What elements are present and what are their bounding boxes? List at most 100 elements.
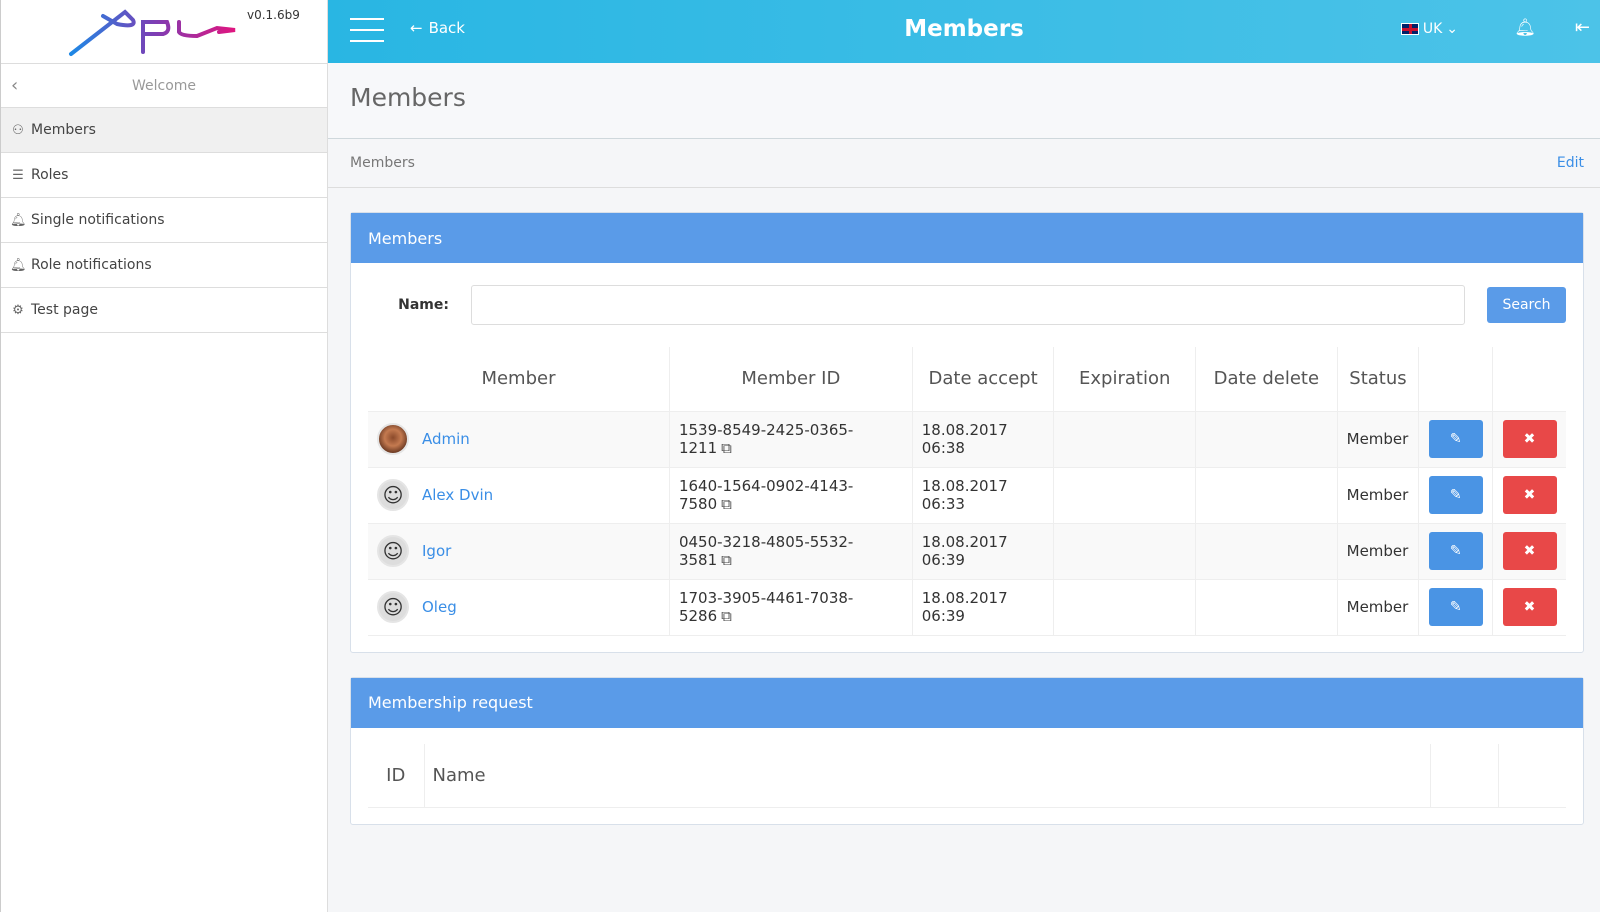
language-select[interactable]: UK ⌄ xyxy=(1400,21,1458,37)
column-header: Expiration xyxy=(1053,347,1196,412)
expiration xyxy=(1053,467,1196,524)
member-name-link[interactable]: Alex Dvin xyxy=(422,486,493,504)
status: Member xyxy=(1336,523,1419,580)
close-icon: ✖ xyxy=(1523,431,1536,447)
table-row: ☺ Oleg 1703-3905-4461-7038-5286 ⧉ 18.08.20… xyxy=(368,579,1566,636)
delete-button[interactable]: ✖ xyxy=(1502,420,1557,458)
user-icon: ⚇ xyxy=(12,122,24,138)
sidebar-item-label: Members xyxy=(31,122,96,138)
member-id-cell: 1539-8549-2425-0365-1211 ⧉ xyxy=(668,411,913,468)
copy-icon[interactable]: ⧉ xyxy=(721,551,732,569)
language-label: UK xyxy=(1422,21,1443,37)
sidebar-item-label: Single notifications xyxy=(31,212,165,228)
delete-button[interactable]: ✖ xyxy=(1502,476,1557,514)
delete-button[interactable]: ✖ xyxy=(1502,588,1557,626)
sidebar: v0.1.6b9 ‹ Welcome ⚇ Members ☰ Roles 🔔︎ Sin… xyxy=(0,0,328,912)
member-id: 0450-3218-4805-5532-3581 xyxy=(678,533,854,569)
welcome-header: ‹ Welcome xyxy=(1,64,327,108)
close-icon: ✖ xyxy=(1523,543,1536,559)
edit-button[interactable]: ✎ xyxy=(1428,532,1483,570)
date-accept: 18.08.2017 06:39 xyxy=(911,523,1054,580)
status: Member xyxy=(1336,411,1419,468)
sidebar-item-members[interactable]: ⚇ Members xyxy=(1,108,327,153)
date-delete xyxy=(1195,523,1338,580)
date-delete xyxy=(1195,467,1338,524)
membership-request-table: ID Name xyxy=(368,743,1566,808)
name-label: Name: xyxy=(398,297,449,313)
edit-icon: ✎ xyxy=(1449,543,1462,559)
member-id-cell: 1640-1564-0902-4143-7580 ⧉ xyxy=(668,467,913,524)
edit-cell: ✎ xyxy=(1418,579,1493,636)
delete-cell: ✖ xyxy=(1492,579,1566,636)
edit-icon: ✎ xyxy=(1449,431,1462,447)
date-delete xyxy=(1195,579,1338,636)
edit-button[interactable]: ✎ xyxy=(1428,476,1483,514)
delete-cell: ✖ xyxy=(1492,523,1566,580)
edit-cell: ✎ xyxy=(1418,523,1493,580)
table-row: ☺ Igor 0450-3218-4805-5532-3581 ⧉ 18.08.20… xyxy=(368,523,1566,580)
column-header: Status xyxy=(1336,347,1419,412)
member-cell: ☺ Oleg xyxy=(368,579,670,636)
logout-icon[interactable]: ⇤ xyxy=(1575,17,1590,38)
date-accept: 18.08.2017 06:33 xyxy=(911,467,1054,524)
edit-cell: ✎ xyxy=(1418,411,1493,468)
search-row: Name: Search xyxy=(351,263,1583,325)
edit-button[interactable]: ✎ xyxy=(1428,420,1483,458)
topbar: ← Back Members UK ⌄ 🔔︎ ⇤ xyxy=(328,0,1600,63)
version-label: v0.1.6b9 xyxy=(247,8,300,22)
column-header xyxy=(1497,743,1566,808)
status: Member xyxy=(1336,467,1419,524)
sidebar-item-label: Role notifications xyxy=(31,257,152,273)
member-id: 1539-8549-2425-0365-1211 xyxy=(678,421,854,457)
edit-button[interactable]: ✎ xyxy=(1428,588,1483,626)
date-delete xyxy=(1195,411,1338,468)
logo-icon xyxy=(69,9,236,56)
member-name-link[interactable]: Admin xyxy=(422,430,470,448)
copy-icon[interactable]: ⧉ xyxy=(721,439,732,457)
edit-cell: ✎ xyxy=(1418,467,1493,524)
sidebar-item-label: Roles xyxy=(31,167,69,183)
members-table: Member Member ID Date accept Expiration … xyxy=(368,347,1566,636)
sidebar-item-label: Test page xyxy=(31,302,98,318)
expiration xyxy=(1053,579,1196,636)
column-header xyxy=(1429,743,1498,808)
delete-button[interactable]: ✖ xyxy=(1502,532,1557,570)
search-button[interactable]: Search xyxy=(1487,287,1566,323)
edit-icon: ✎ xyxy=(1449,599,1462,615)
gear-icon: ⚙ xyxy=(12,302,24,318)
copy-icon[interactable]: ⧉ xyxy=(721,607,732,625)
uk-flag-icon xyxy=(1400,23,1419,35)
edit-link[interactable]: Edit xyxy=(1557,155,1584,171)
main-content: Members Members Edit Members Name: Searc… xyxy=(328,63,1600,825)
date-accept: 18.08.2017 06:38 xyxy=(911,411,1054,468)
sidebar-item-roles[interactable]: ☰ Roles xyxy=(1,153,327,198)
column-header: Name xyxy=(423,743,1430,808)
members-panel: Members Name: Search Member Member ID Da… xyxy=(350,212,1584,653)
member-name-link[interactable]: Oleg xyxy=(422,598,457,616)
edit-icon: ✎ xyxy=(1449,487,1462,503)
close-icon: ✖ xyxy=(1523,599,1536,615)
expiration xyxy=(1053,523,1196,580)
expiration xyxy=(1053,411,1196,468)
welcome-label: Welcome xyxy=(131,77,197,94)
list-icon: ☰ xyxy=(12,167,24,183)
member-id-cell: 0450-3218-4805-5532-3581 ⧉ xyxy=(668,523,913,580)
column-header: Date delete xyxy=(1195,347,1338,412)
sidebar-item-single-notifications[interactable]: 🔔︎ Single notifications xyxy=(1,198,327,243)
sidebar-item-test-page[interactable]: ⚙ Test page xyxy=(1,288,327,333)
member-id-cell: 1703-3905-4461-7038-5286 ⧉ xyxy=(668,579,913,636)
close-icon: ✖ xyxy=(1523,487,1536,503)
member-name-link[interactable]: Igor xyxy=(422,542,451,560)
column-header xyxy=(1492,347,1566,412)
logo[interactable]: v0.1.6b9 xyxy=(1,0,327,64)
notifications-bell-icon[interactable]: 🔔︎ xyxy=(1514,18,1536,38)
members-panel-title: Members xyxy=(351,213,1583,263)
copy-icon[interactable]: ⧉ xyxy=(721,495,732,513)
name-search-input[interactable] xyxy=(471,285,1465,325)
breadcrumb-item[interactable]: Members xyxy=(350,155,415,171)
delete-cell: ✖ xyxy=(1492,467,1566,524)
sidebar-item-role-notifications[interactable]: 🔔︎ Role notifications xyxy=(1,243,327,288)
chevron-left-icon[interactable]: ‹ xyxy=(11,75,18,96)
member-cell: ☺ Igor xyxy=(368,523,670,580)
avatar: ☺ xyxy=(377,479,409,511)
